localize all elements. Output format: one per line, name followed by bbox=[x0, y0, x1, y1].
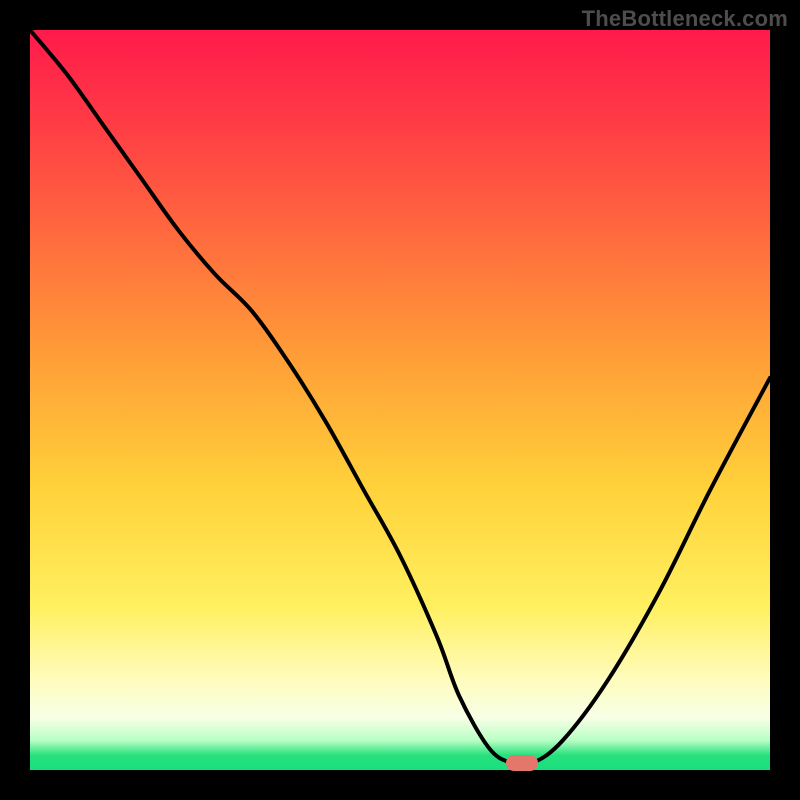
optimal-point-marker bbox=[506, 755, 538, 771]
plot-gradient-background bbox=[30, 30, 770, 770]
chart-stage: TheBottleneck.com bbox=[0, 0, 800, 800]
watermark-text: TheBottleneck.com bbox=[582, 6, 788, 32]
